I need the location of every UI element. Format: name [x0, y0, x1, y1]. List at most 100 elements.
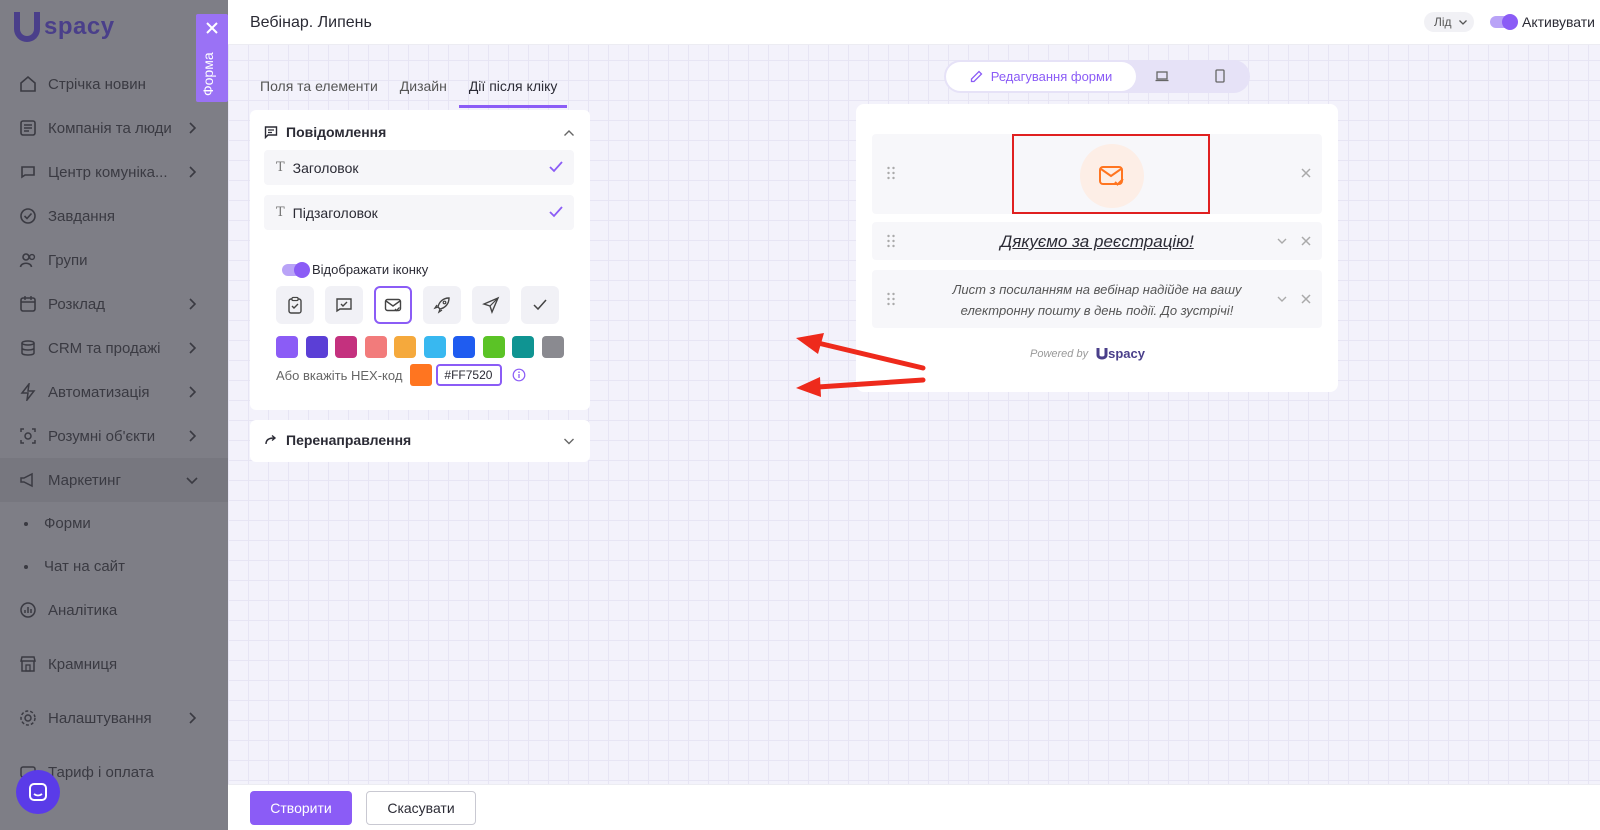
chevron-down-icon[interactable]: [1276, 293, 1288, 305]
icon-option-clipboard[interactable]: [276, 286, 314, 324]
activate-control[interactable]: Активувати: [1490, 14, 1595, 30]
support-chat-button[interactable]: [16, 770, 60, 814]
preview-mail-circle: [1080, 144, 1144, 208]
close-icon[interactable]: [1300, 235, 1312, 247]
cancel-button[interactable]: Скасувати: [366, 791, 476, 825]
chevron-right-icon: [189, 298, 197, 310]
entity-type-select[interactable]: Лід: [1424, 12, 1474, 32]
redirect-panel[interactable]: Перенаправлення: [250, 420, 590, 462]
icon-option-send[interactable]: [472, 286, 510, 324]
chevron-down-icon: [186, 477, 198, 485]
hex-color-preview[interactable]: [410, 364, 433, 386]
chevron-right-icon: [189, 342, 197, 354]
icon-option-rocket[interactable]: [423, 286, 461, 324]
company-icon: [18, 118, 38, 138]
close-icon[interactable]: [1300, 167, 1312, 179]
color-swatch[interactable]: [394, 336, 416, 358]
news-icon: [18, 74, 38, 94]
sidebar-item-crm[interactable]: CRM та продажі: [0, 326, 228, 370]
marketing-icon: [18, 470, 38, 490]
color-swatch[interactable]: [335, 336, 357, 358]
chevron-down-icon: [1458, 20, 1467, 25]
activate-toggle[interactable]: [1490, 14, 1518, 30]
sidebar-item-label: Автоматизація: [48, 383, 150, 401]
message-panel-header[interactable]: Повідомлення: [264, 124, 386, 140]
preview-title: Дякуємо за реєстрацію!: [1000, 232, 1194, 251]
icon-option-check[interactable]: [521, 286, 559, 324]
sidebar-item-label: Чат на сайт: [44, 558, 125, 575]
color-swatch[interactable]: [364, 336, 387, 358]
sidebar-item-label: Маркетинг: [48, 471, 121, 489]
close-icon[interactable]: [204, 20, 220, 36]
sidebar-item-settings[interactable]: Налаштування: [0, 696, 228, 740]
drag-handle-icon[interactable]: [886, 292, 896, 306]
preview-subtitle-row[interactable]: Лист з посиланням на вебінар надійде на …: [872, 270, 1322, 328]
sidebar-item-tasks[interactable]: Завдання: [0, 194, 228, 238]
color-swatch[interactable]: [423, 336, 446, 358]
annotation-arrow-hex: [815, 377, 926, 390]
mobile-icon[interactable]: [1212, 68, 1228, 84]
icon-option-mail[interactable]: [374, 286, 412, 324]
sidebar-subitem-forms[interactable]: Форми: [0, 502, 228, 545]
logo-text: spacy: [44, 13, 115, 40]
form-panel-tab[interactable]: Форма: [196, 14, 228, 102]
create-button[interactable]: Створити: [250, 791, 352, 825]
field-title-toggle[interactable]: T Заголовок: [264, 150, 574, 185]
sidebar-item-company[interactable]: Компанія та люди: [0, 106, 228, 150]
mode-edit-form[interactable]: Редагування форми: [946, 62, 1136, 91]
activate-label: Активувати: [1522, 14, 1595, 30]
sidebar-item-news[interactable]: Стрічка новин: [0, 62, 228, 106]
chevron-down-icon[interactable]: [1276, 235, 1288, 247]
sidebar-item-marketing[interactable]: Маркетинг: [0, 458, 228, 502]
sidebar-item-smart-objects[interactable]: Розумні об'єкти: [0, 414, 228, 458]
mode-edit-label: Редагування форми: [990, 69, 1113, 84]
tab-fields[interactable]: Поля та елементи: [250, 70, 388, 108]
info-icon[interactable]: [512, 368, 526, 382]
sidebar-item-label: Крамниця: [48, 655, 118, 673]
form-preview: Дякуємо за реєстрацію! Лист з посиланням…: [856, 104, 1338, 392]
message-panel-title: Повідомлення: [286, 124, 387, 140]
logo-mark-icon: [1096, 347, 1108, 359]
sidebar: spacy Стрічка новин Компанія та люди Цен…: [0, 0, 228, 830]
hex-color-input[interactable]: [436, 364, 503, 386]
preview-subtitle: Лист з посиланням на вебінар надійде на …: [952, 282, 1242, 318]
close-icon[interactable]: [1300, 293, 1312, 305]
color-swatch[interactable]: [453, 336, 475, 358]
sidebar-item-analytics[interactable]: Аналітика: [0, 588, 228, 632]
logo-mark-icon: [14, 12, 40, 42]
sidebar-item-automation[interactable]: Автоматизація: [0, 370, 228, 414]
color-swatch[interactable]: [512, 336, 534, 358]
sidebar-item-schedule[interactable]: Розклад: [0, 282, 228, 326]
preview-title-row[interactable]: Дякуємо за реєстрацію!: [872, 222, 1322, 260]
show-icon-control[interactable]: Відображати іконку: [282, 261, 428, 278]
preview-icon-row[interactable]: [872, 134, 1322, 214]
chevron-right-icon: [189, 122, 197, 134]
tab-design[interactable]: Дизайн: [390, 70, 457, 108]
color-swatch[interactable]: [482, 336, 505, 358]
sidebar-item-label: Налаштування: [48, 709, 152, 727]
color-swatch[interactable]: [541, 336, 564, 358]
drag-handle-icon[interactable]: [886, 166, 896, 180]
field-subtitle-toggle[interactable]: T Підзаголовок: [264, 195, 574, 230]
sidebar-item-label: CRM та продажі: [48, 339, 161, 357]
sidebar-item-label: Завдання: [48, 207, 115, 225]
laptop-icon[interactable]: [1154, 68, 1170, 84]
sidebar-item-groups[interactable]: Групи: [0, 238, 228, 282]
tab-after-click[interactable]: Дії після кліку: [458, 70, 568, 108]
sidebar-item-store[interactable]: Крамниця: [0, 642, 228, 686]
field-label: Підзаголовок: [292, 204, 378, 221]
color-swatch[interactable]: [276, 336, 298, 358]
powered-logo-text: spacy: [1108, 346, 1145, 361]
show-icon-toggle[interactable]: [282, 261, 310, 278]
sidebar-item-label: Тариф і оплата: [48, 763, 154, 781]
logo[interactable]: spacy: [14, 12, 115, 42]
color-swatch[interactable]: [305, 336, 328, 358]
sidebar-item-communication[interactable]: Центр комуніка...: [0, 150, 228, 194]
sidebar-subitem-site-chat[interactable]: Чат на сайт: [0, 545, 228, 588]
chevron-down-icon[interactable]: [562, 434, 576, 448]
chat-check-icon: [336, 298, 352, 313]
icon-option-chat[interactable]: [325, 286, 363, 324]
redirect-panel-header[interactable]: Перенаправлення: [264, 432, 411, 448]
chevron-up-icon[interactable]: [562, 126, 576, 140]
highlight-box: [1012, 134, 1210, 214]
